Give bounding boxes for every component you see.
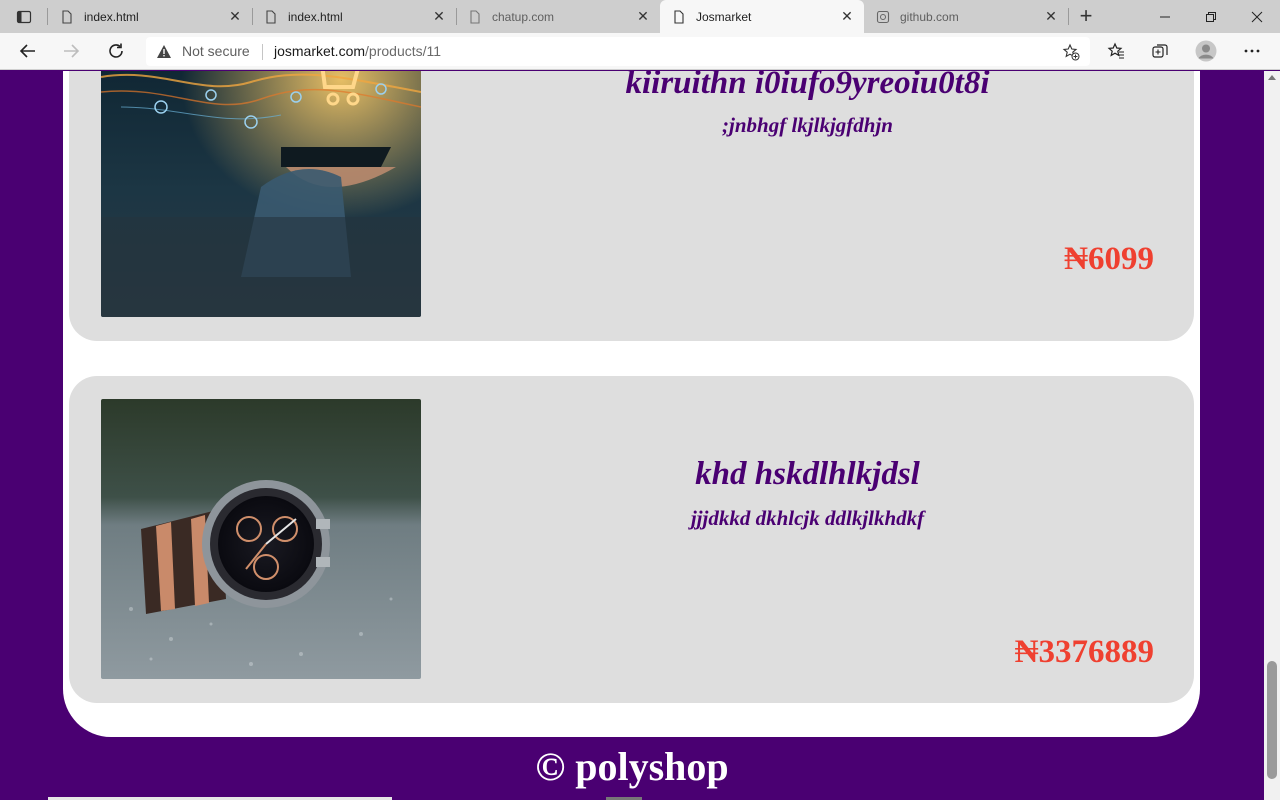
minimize-icon xyxy=(1160,16,1170,17)
add-favorite-icon xyxy=(1062,43,1080,61)
tab-title: index.html xyxy=(84,9,139,24)
more-icon xyxy=(1244,49,1260,53)
product-description: ;jnbhgf lkjlkjgfdhjn xyxy=(722,113,893,137)
product-name[interactable]: kiiruithn i0iufo9yreoiu0t8i xyxy=(421,71,1194,102)
minimize-button[interactable] xyxy=(1142,0,1188,33)
forward-button[interactable] xyxy=(56,36,86,66)
tab-josmarket[interactable]: Josmarket ✕ xyxy=(660,0,864,33)
tab-index-html-2[interactable]: index.html ✕ xyxy=(252,0,456,33)
close-tab-icon[interactable]: ✕ xyxy=(224,6,246,28)
github-icon xyxy=(876,10,890,24)
refresh-button[interactable] xyxy=(101,36,131,66)
close-icon xyxy=(1251,11,1263,22)
restore-icon xyxy=(1206,11,1216,22)
close-window-button[interactable] xyxy=(1234,0,1280,33)
browser-toolbar: Not secure josmarket.com/products/11 xyxy=(0,33,1280,70)
page-icon xyxy=(60,9,74,24)
page-icon xyxy=(468,9,482,24)
favorites-icon xyxy=(1107,42,1124,59)
tab-github[interactable]: github.com ✕ xyxy=(864,0,1068,33)
tab-title: github.com xyxy=(900,9,959,24)
page-scrollbar[interactable] xyxy=(1264,71,1280,800)
tab-title: index.html xyxy=(288,9,343,24)
close-tab-icon[interactable]: ✕ xyxy=(836,6,858,28)
tab-title: chatup.com xyxy=(492,9,555,24)
close-tab-icon[interactable]: ✕ xyxy=(1040,6,1062,28)
page-icon xyxy=(264,9,278,24)
warning-icon xyxy=(157,45,171,58)
url-host: josmarket.com xyxy=(274,43,366,59)
profile-button[interactable] xyxy=(1191,36,1221,66)
product-card[interactable]: khd hskdlhlkjdsl jjjdkkd dkhlcjk ddlkjlk… xyxy=(69,376,1194,703)
close-tab-icon[interactable]: ✕ xyxy=(428,6,450,28)
close-tab-icon[interactable]: ✕ xyxy=(632,6,654,28)
tab-strip: index.html ✕ index.html ✕ chatup.com ✕ J… xyxy=(0,0,1280,33)
settings-menu-button[interactable] xyxy=(1237,36,1267,66)
tab-separator xyxy=(1068,8,1069,25)
product-price: ₦3376889 xyxy=(1014,634,1154,670)
url-text[interactable]: josmarket.com/products/11 xyxy=(274,43,441,59)
avatar-icon xyxy=(1195,40,1217,62)
ecommerce-tablet-image[interactable] xyxy=(101,71,421,317)
add-favorite-button[interactable] xyxy=(1060,41,1082,63)
tab-chatup[interactable]: chatup.com ✕ xyxy=(456,0,660,33)
new-tab-button[interactable]: + xyxy=(1074,3,1098,28)
back-button[interactable] xyxy=(13,36,43,66)
product-name[interactable]: khd hskdlhlkjdsl xyxy=(421,456,1194,493)
scrollbar-thumb[interactable] xyxy=(1267,661,1277,779)
product-price: ₦6099 xyxy=(1064,241,1154,277)
plus-icon: + xyxy=(1079,3,1093,28)
site-footer: © polyshop xyxy=(535,744,729,789)
back-arrow-icon xyxy=(19,44,35,58)
product-description: jjjdkkd dkhlcjk ddlkjlkhdkf xyxy=(690,506,925,530)
collections-button[interactable] xyxy=(1145,36,1175,66)
refresh-icon xyxy=(109,43,123,58)
forward-arrow-icon xyxy=(64,44,80,58)
address-divider xyxy=(262,44,263,60)
wristwatch-image[interactable] xyxy=(101,399,421,679)
restore-button[interactable] xyxy=(1188,0,1234,33)
scroll-up-arrow-icon[interactable] xyxy=(1268,75,1276,80)
collections-icon xyxy=(1152,44,1168,58)
page-icon xyxy=(672,9,686,24)
favorites-button[interactable] xyxy=(1101,36,1131,66)
product-card[interactable]: kiiruithn i0iufo9yreoiu0t8i ;jnbhgf lkjl… xyxy=(69,71,1194,341)
tab-index-html-1[interactable]: index.html ✕ xyxy=(48,0,252,33)
page-viewport: kiiruithn i0iufo9yreoiu0t8i ;jnbhgf lkjl… xyxy=(0,71,1264,800)
tab-actions-menu-button[interactable] xyxy=(8,5,40,29)
security-status-label[interactable]: Not secure xyxy=(182,43,250,59)
tab-actions-icon xyxy=(16,10,32,24)
address-bar[interactable]: Not secure josmarket.com/products/11 xyxy=(146,37,1090,66)
tab-title: Josmarket xyxy=(696,9,752,24)
url-path: /products/11 xyxy=(365,43,442,59)
